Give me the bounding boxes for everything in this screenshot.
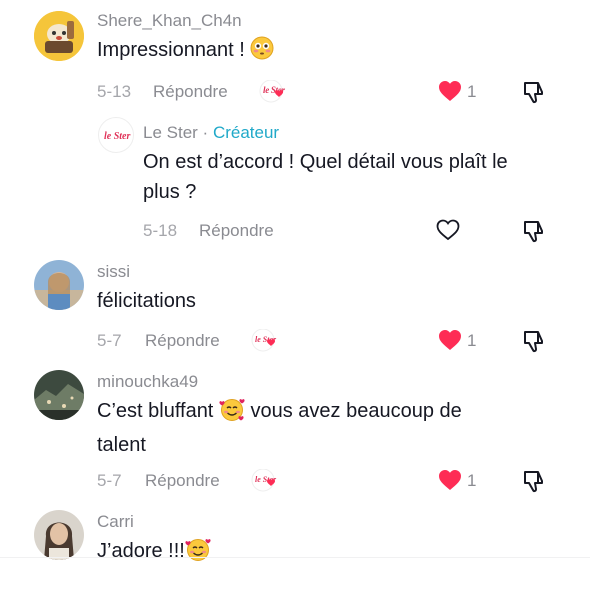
svg-text:le Ster: le Ster — [104, 131, 130, 142]
user-photo-icon — [34, 510, 84, 560]
avatar[interactable] — [34, 11, 84, 61]
creator-badge: Créateur — [212, 123, 280, 142]
cartoon-character-icon — [34, 11, 84, 61]
comment-text-line: C’est bluffant vous avez beaucoup de — [97, 396, 462, 430]
bottom-divider — [0, 557, 590, 558]
dislike-thumb-icon[interactable] — [521, 328, 547, 354]
comment-text-line: On est d’accord ! Quel détail vous plaît… — [143, 151, 508, 173]
comment-text: félicitations — [97, 290, 196, 312]
avatar[interactable] — [34, 510, 84, 560]
smiling-face-with-hearts-emoji-icon — [185, 537, 211, 570]
comment-text-line: plus ? — [143, 181, 197, 203]
comment-username[interactable]: Shere_Khan_Ch4n — [97, 11, 242, 31]
comment-text: C’est bluffant vous avez beaucoup de tal… — [97, 396, 462, 460]
comment-text: Impressionnant ! — [97, 35, 274, 69]
creator-liked-badge-icon: le Ster — [259, 79, 286, 103]
like-heart-icon[interactable] — [438, 80, 462, 102]
user-photo-icon — [34, 260, 84, 310]
comment-username[interactable]: Carri — [97, 512, 134, 532]
comment-text: On est d’accord ! Quel détail vous plaît… — [143, 147, 508, 207]
comment-text-part: C’est bluffant — [97, 400, 219, 422]
reply-button[interactable]: Répondre — [145, 331, 220, 351]
comment-carri: Carri J’adore !!! — [0, 505, 590, 565]
separator-dot: · — [202, 123, 209, 142]
reply-button[interactable]: Répondre — [145, 471, 220, 491]
comment-date: 5-7 — [97, 471, 122, 490]
flushed-face-emoji-icon — [250, 36, 274, 69]
like-count: 1 — [467, 471, 477, 490]
user-photo-icon — [34, 370, 84, 420]
comment-shere-khan: Shere_Khan_Ch4n Impressionnant ! 5-13 Ré… — [0, 0, 590, 120]
comment-text-part: vous avez beaucoup de — [244, 400, 462, 422]
dislike-thumb-icon[interactable] — [521, 468, 547, 494]
comment-username: Le Ster · Créateur — [143, 123, 279, 143]
reply-button[interactable]: Répondre — [153, 82, 228, 102]
avatar[interactable] — [34, 370, 84, 420]
like-count: 1 — [467, 82, 477, 101]
comment-date: 5-13 — [97, 82, 132, 101]
like-heart-icon[interactable] — [438, 469, 462, 491]
reply-button[interactable]: Répondre — [199, 221, 274, 241]
creator-name[interactable]: Le Ster — [143, 123, 198, 142]
avatar[interactable] — [34, 260, 84, 310]
comment-username[interactable]: minouchka49 — [97, 372, 198, 392]
avatar[interactable]: le Ster — [98, 117, 134, 153]
comment-text: J’adore !!! — [97, 536, 211, 570]
dislike-thumb-icon[interactable] — [521, 79, 547, 105]
comment-minouchka49: minouchka49 C’est bluffant vous avez bea… — [0, 365, 590, 505]
comment-date: 5-7 — [97, 331, 122, 350]
dislike-thumb-icon[interactable] — [521, 218, 547, 244]
comment-text-line: talent — [97, 434, 146, 456]
comment-text-content: Impressionnant ! — [97, 39, 251, 61]
like-count: 1 — [467, 331, 477, 350]
creator-liked-badge-icon: le Ster — [251, 328, 277, 352]
comment-sissi: sissi félicitations 5-7 Répondre le Ster… — [0, 255, 590, 365]
creator-liked-badge-icon: le Ster — [251, 468, 277, 492]
comment-username[interactable]: sissi — [97, 262, 130, 282]
comment-text-content: J’adore !!! — [97, 540, 185, 562]
smiling-face-with-hearts-emoji-icon — [219, 397, 245, 430]
comment-date: 5-18 — [143, 221, 178, 240]
le-ster-logo-icon: le Ster — [104, 131, 130, 142]
like-heart-outline-icon[interactable] — [436, 219, 460, 241]
like-heart-icon[interactable] — [438, 329, 462, 351]
comment-reply-le-ster: le Ster Le Ster · Créateur On est d’acco… — [0, 115, 590, 255]
